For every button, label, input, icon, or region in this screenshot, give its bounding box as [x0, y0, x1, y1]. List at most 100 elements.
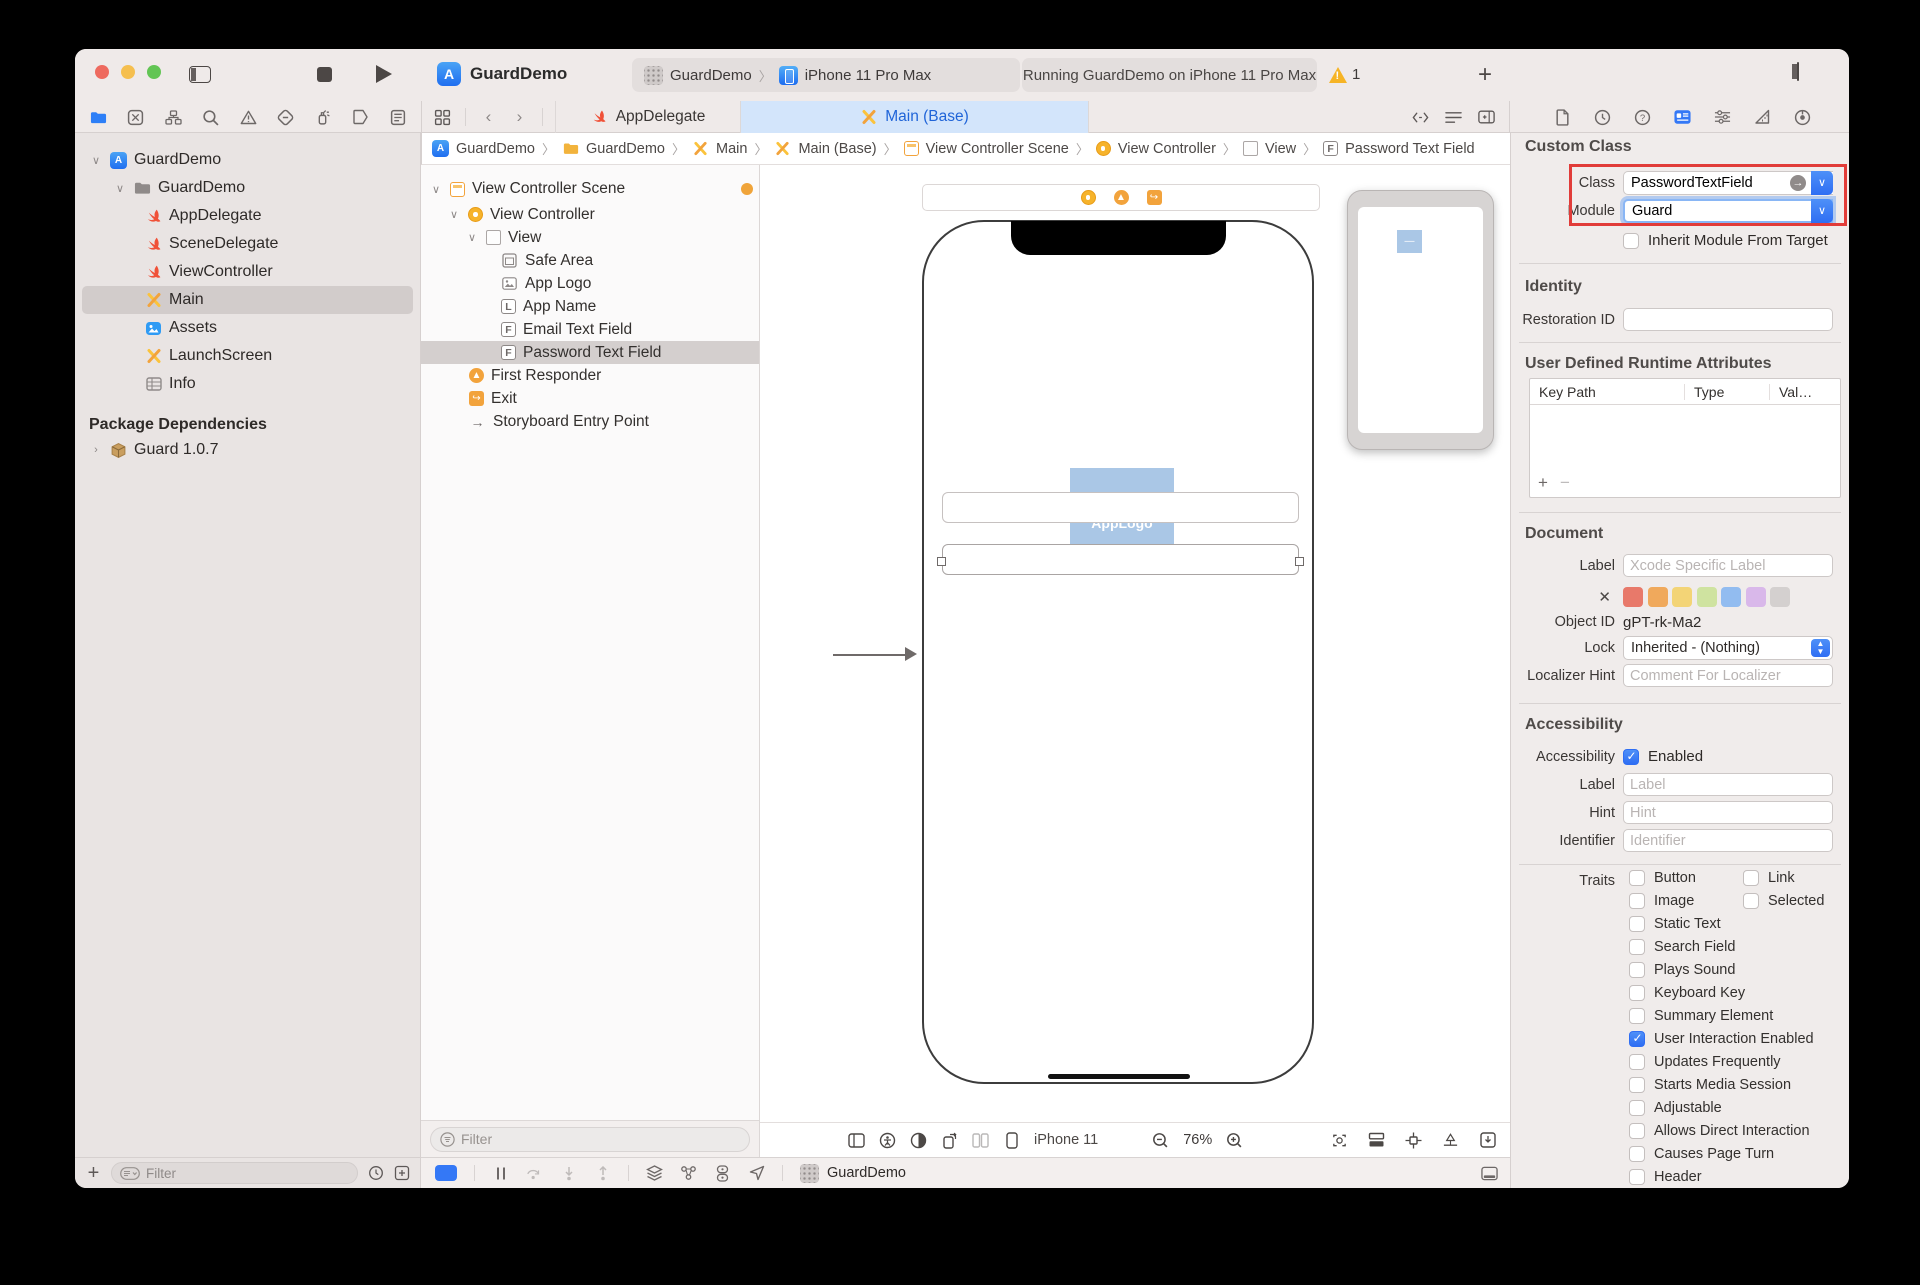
runtime-attributes-table[interactable]: Key Path Type Val… + − [1529, 378, 1841, 498]
email-text-field[interactable] [942, 492, 1299, 523]
identity-inspector-icon[interactable] [1674, 109, 1691, 126]
outline-row-scene[interactable]: ∨ View Controller Scene [421, 175, 759, 203]
file-row-main-selected[interactable]: Main [82, 286, 413, 314]
simulate-location-icon[interactable] [748, 1165, 765, 1182]
zoom-in-button[interactable] [1226, 1132, 1243, 1149]
outline-row-app-name[interactable]: L App Name [421, 295, 759, 318]
attributes-inspector-icon[interactable] [1714, 109, 1731, 126]
console-toggle-icon[interactable] [1481, 1165, 1498, 1182]
zoom-window-button[interactable] [147, 65, 161, 79]
disclosure-chevron-icon[interactable]: ∨ [89, 154, 103, 167]
debug-session-app[interactable]: GuardDemo [800, 1164, 906, 1183]
jump-to-class-icon[interactable]: → [1790, 175, 1806, 191]
size-inspector-icon[interactable] [1754, 109, 1771, 126]
pause-button[interactable] [492, 1165, 509, 1182]
file-row-launchscreen[interactable]: LaunchScreen [75, 342, 420, 370]
outline-row-entry-point[interactable]: → Storyboard Entry Point [421, 410, 759, 433]
stop-button[interactable] [311, 61, 337, 87]
acc-hint-input[interactable] [1623, 801, 1833, 824]
color-swatch-yellow[interactable] [1672, 587, 1692, 607]
column-key-path[interactable]: Key Path [1530, 384, 1685, 400]
selection-handle-right[interactable] [1295, 557, 1304, 566]
storyboard-canvas[interactable]: ▲ ↪ AppLogo — [760, 165, 1510, 1122]
trait-checkbox[interactable] [1629, 1008, 1645, 1024]
color-swatch-orange[interactable] [1648, 587, 1668, 607]
module-input[interactable] [1623, 199, 1833, 223]
add-file-button[interactable]: + [85, 1165, 102, 1182]
navigator-filter-field[interactable]: Filter [111, 1162, 358, 1184]
toggle-outline-button[interactable] [848, 1132, 865, 1149]
trait-checkbox[interactable] [1629, 893, 1645, 909]
debug-memory-graph-icon[interactable] [680, 1165, 697, 1182]
tab-overview-icon[interactable] [434, 109, 451, 126]
disclosure-chevron-icon[interactable]: ∨ [447, 208, 461, 221]
trait-checkbox[interactable] [1629, 916, 1645, 932]
connections-inspector-icon[interactable] [1794, 109, 1811, 126]
restoration-id-input[interactable] [1623, 308, 1833, 331]
source-control-status-button[interactable] [393, 1165, 410, 1182]
split-view-icon[interactable] [972, 1132, 989, 1149]
color-swatch-gray[interactable] [1770, 587, 1790, 607]
breadcrumb-item[interactable]: Main (Base) [798, 141, 876, 157]
zoom-out-button[interactable] [1152, 1132, 1169, 1149]
outline-row-password-field-selected[interactable]: F Password Text Field [421, 341, 759, 364]
recent-files-button[interactable] [367, 1165, 384, 1182]
outline-row-view-controller[interactable]: ∨ View Controller [421, 203, 759, 226]
toggle-inspector-button[interactable] [1797, 63, 1799, 81]
disclosure-chevron-icon[interactable]: › [89, 444, 103, 456]
document-label-input[interactable] [1623, 554, 1833, 577]
run-button[interactable] [371, 61, 397, 87]
device-name[interactable]: iPhone 11 [1034, 1132, 1098, 1148]
scene-minimap[interactable]: — [1347, 190, 1494, 450]
trait-checkbox[interactable] [1629, 1100, 1645, 1116]
toggle-navigator-button[interactable] [187, 61, 213, 87]
package-row-guard[interactable]: › Guard 1.0.7 [75, 436, 420, 464]
resolve-autolayout-icon[interactable] [1442, 1132, 1459, 1149]
color-swatch-blue[interactable] [1721, 587, 1741, 607]
breadcrumb-item[interactable]: Password Text Field [1345, 141, 1474, 157]
password-text-field-selected[interactable] [942, 544, 1299, 575]
class-dropdown-button[interactable]: ∨ [1811, 171, 1833, 195]
go-forward-button[interactable]: › [511, 109, 528, 126]
file-row-viewcontroller[interactable]: ViewController [75, 258, 420, 286]
trait-checkbox[interactable] [1629, 870, 1645, 886]
view-controller-icon[interactable] [1081, 190, 1096, 205]
trait-checkbox[interactable] [1743, 870, 1759, 886]
scheme-target[interactable]: GuardDemo [670, 67, 752, 84]
accessibility-enabled-checkbox[interactable] [1623, 749, 1639, 765]
trait-checkbox[interactable] [1629, 1169, 1645, 1185]
symbol-navigator-icon[interactable] [165, 109, 182, 126]
outline-row-app-logo[interactable]: App Logo [421, 272, 759, 295]
file-row-group[interactable]: ∨ GuardDemo [75, 174, 420, 202]
debug-navigator-icon[interactable] [314, 109, 331, 126]
add-constraints-icon[interactable] [1405, 1132, 1422, 1149]
step-out-icon[interactable] [594, 1165, 611, 1182]
history-inspector-icon[interactable] [1594, 109, 1611, 126]
inherit-module-checkbox[interactable] [1623, 233, 1639, 249]
file-row-project[interactable]: ∨ A GuardDemo [75, 146, 420, 174]
update-frames-icon[interactable] [1331, 1132, 1348, 1149]
trait-checkbox[interactable] [1629, 939, 1645, 955]
acc-identifier-input[interactable] [1623, 829, 1833, 852]
file-row-info[interactable]: Info [75, 370, 420, 398]
embed-in-stack-icon[interactable] [1368, 1132, 1385, 1149]
clear-color-button[interactable]: ✕ [1511, 588, 1623, 606]
breadcrumb-item[interactable]: GuardDemo [456, 141, 535, 157]
breadcrumb-item[interactable]: Main [716, 141, 747, 157]
trait-checkbox[interactable] [1743, 893, 1759, 909]
disclosure-chevron-icon[interactable]: ∨ [429, 183, 443, 196]
file-row-scenedelegate[interactable]: SceneDelegate [75, 230, 420, 258]
find-navigator-icon[interactable] [202, 109, 219, 126]
file-inspector-icon[interactable] [1554, 109, 1571, 126]
warning-badge[interactable]: 1 [1329, 66, 1360, 83]
breadcrumb-item[interactable]: View Controller Scene [926, 141, 1069, 157]
outline-row-email-field[interactable]: F Email Text Field [421, 318, 759, 341]
breakpoints-toggle-button[interactable] [435, 1165, 457, 1181]
remove-attribute-button[interactable]: − [1560, 473, 1570, 493]
breakpoint-navigator-icon[interactable] [352, 109, 369, 126]
device-icon[interactable] [1003, 1132, 1020, 1149]
localizer-hint-input[interactable] [1623, 664, 1833, 687]
source-control-navigator-icon[interactable] [127, 109, 144, 126]
file-row-appdelegate[interactable]: AppDelegate [75, 202, 420, 230]
first-responder-icon[interactable]: ▲ [1114, 190, 1129, 205]
